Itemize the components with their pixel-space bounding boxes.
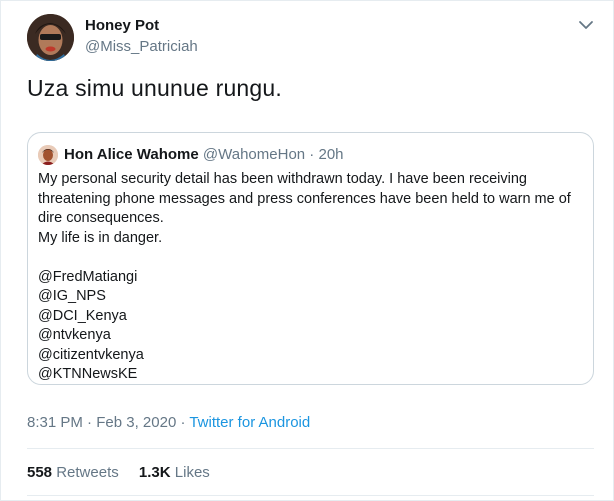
chevron-down-icon[interactable]: [575, 14, 597, 36]
tweet-card: Honey Pot @Miss_Patriciah Uza simu ununu…: [0, 0, 614, 501]
quoted-mention: @DCI_Kenya: [38, 307, 127, 324]
quoted-body: My personal security detail has been wit…: [38, 170, 586, 385]
author-avatar-image: [27, 14, 74, 61]
likes-stat[interactable]: 1.3K Likes: [139, 464, 210, 481]
quoted-header: Hon Alice Wahome @WahomeHon · 20h: [64, 146, 344, 163]
likes-label: Likes: [174, 464, 210, 481]
retweets-stat[interactable]: 558 Retweets: [27, 464, 119, 481]
quoted-text-line: My personal security detail has been wit…: [38, 171, 527, 187]
author-avatar[interactable]: [27, 14, 74, 61]
tweet-timestamp: 8:31 PM · Feb 3, 2020 · Twitter for Andr…: [27, 414, 310, 431]
quoted-mention: @citizentvkenya: [38, 346, 144, 363]
tweet-time[interactable]: 8:31 PM: [27, 414, 83, 431]
quoted-text-line: dire consequences.: [38, 210, 164, 226]
quoted-author-avatar[interactable]: [38, 145, 58, 165]
divider: [27, 495, 594, 496]
tweet-text: Uza simu ununue rungu.: [27, 75, 282, 101]
timestamp-separator: ·: [82, 414, 97, 431]
quoted-avatar-image: [38, 145, 58, 165]
author-name[interactable]: Honey Pot: [85, 17, 159, 34]
tweet-stats: 558 Retweets 1.3K Likes: [27, 464, 226, 481]
quoted-mention: @ntvkenya: [38, 327, 111, 343]
divider: [27, 448, 594, 449]
quoted-paragraph-gap: [38, 248, 586, 268]
quoted-author-name[interactable]: Hon Alice Wahome: [64, 146, 199, 163]
retweets-count: 558: [27, 464, 53, 481]
quoted-tweet[interactable]: Hon Alice Wahome @WahomeHon · 20h My per…: [27, 132, 594, 385]
quoted-text-line: threatening phone messages and press con…: [38, 190, 571, 207]
timestamp-separator: ·: [176, 414, 190, 431]
author-handle[interactable]: @Miss_Patriciah: [85, 38, 198, 55]
tweet-source-link[interactable]: Twitter for Android: [189, 414, 310, 431]
quoted-text-line: My life is in danger.: [38, 229, 163, 246]
quoted-author-handle[interactable]: @WahomeHon: [203, 146, 305, 163]
quoted-mention: @IG_NPS: [38, 288, 106, 304]
tweet-date[interactable]: Feb 3, 2020: [96, 414, 176, 431]
quoted-mention: @KTNNewsKE: [38, 366, 138, 382]
likes-count: 1.3K: [138, 464, 171, 481]
retweets-label: Retweets: [56, 464, 119, 481]
quoted-mention: @FredMatiangi: [38, 268, 138, 285]
quoted-separator: ·: [305, 146, 319, 163]
quoted-time-ago[interactable]: 20h: [318, 146, 343, 163]
